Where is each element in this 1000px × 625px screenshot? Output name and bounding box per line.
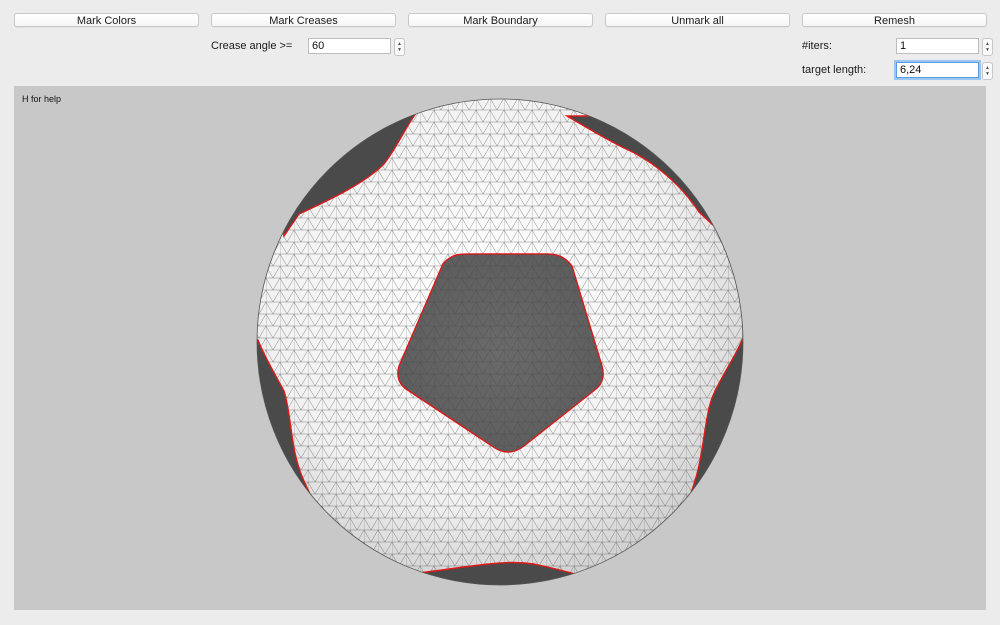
mesh-render[interactable] — [14, 86, 986, 610]
crease-angle-stepper[interactable]: ▲ ▼ — [394, 38, 405, 56]
unmark-all-button[interactable]: Unmark all — [605, 13, 790, 27]
mark-creases-button[interactable]: Mark Creases — [211, 13, 396, 27]
target-length-input[interactable] — [896, 62, 979, 78]
target-length-label: target length: — [802, 64, 867, 76]
iters-stepper[interactable]: ▲ ▼ — [982, 38, 993, 56]
target-length-stepper[interactable]: ▲ ▼ — [982, 62, 993, 80]
chevron-down-icon[interactable]: ▼ — [397, 47, 402, 53]
iters-label: #iters: — [802, 40, 832, 52]
mark-colors-button[interactable]: Mark Colors — [14, 13, 199, 27]
3d-viewport[interactable]: H for help — [14, 86, 986, 610]
remesh-button[interactable]: Remesh — [802, 13, 987, 27]
crease-angle-input[interactable] — [308, 38, 391, 54]
chevron-down-icon[interactable]: ▼ — [985, 71, 990, 77]
chevron-down-icon[interactable]: ▼ — [985, 47, 990, 53]
iters-input[interactable] — [896, 38, 979, 54]
target-length-spinbox[interactable]: ▲ ▼ — [896, 62, 993, 80]
crease-angle-label: Crease angle >= — [211, 40, 293, 52]
mark-boundary-button[interactable]: Mark Boundary — [408, 13, 593, 27]
iters-spinbox[interactable]: ▲ ▼ — [896, 38, 993, 56]
crease-angle-spinbox[interactable]: ▲ ▼ — [308, 38, 405, 56]
